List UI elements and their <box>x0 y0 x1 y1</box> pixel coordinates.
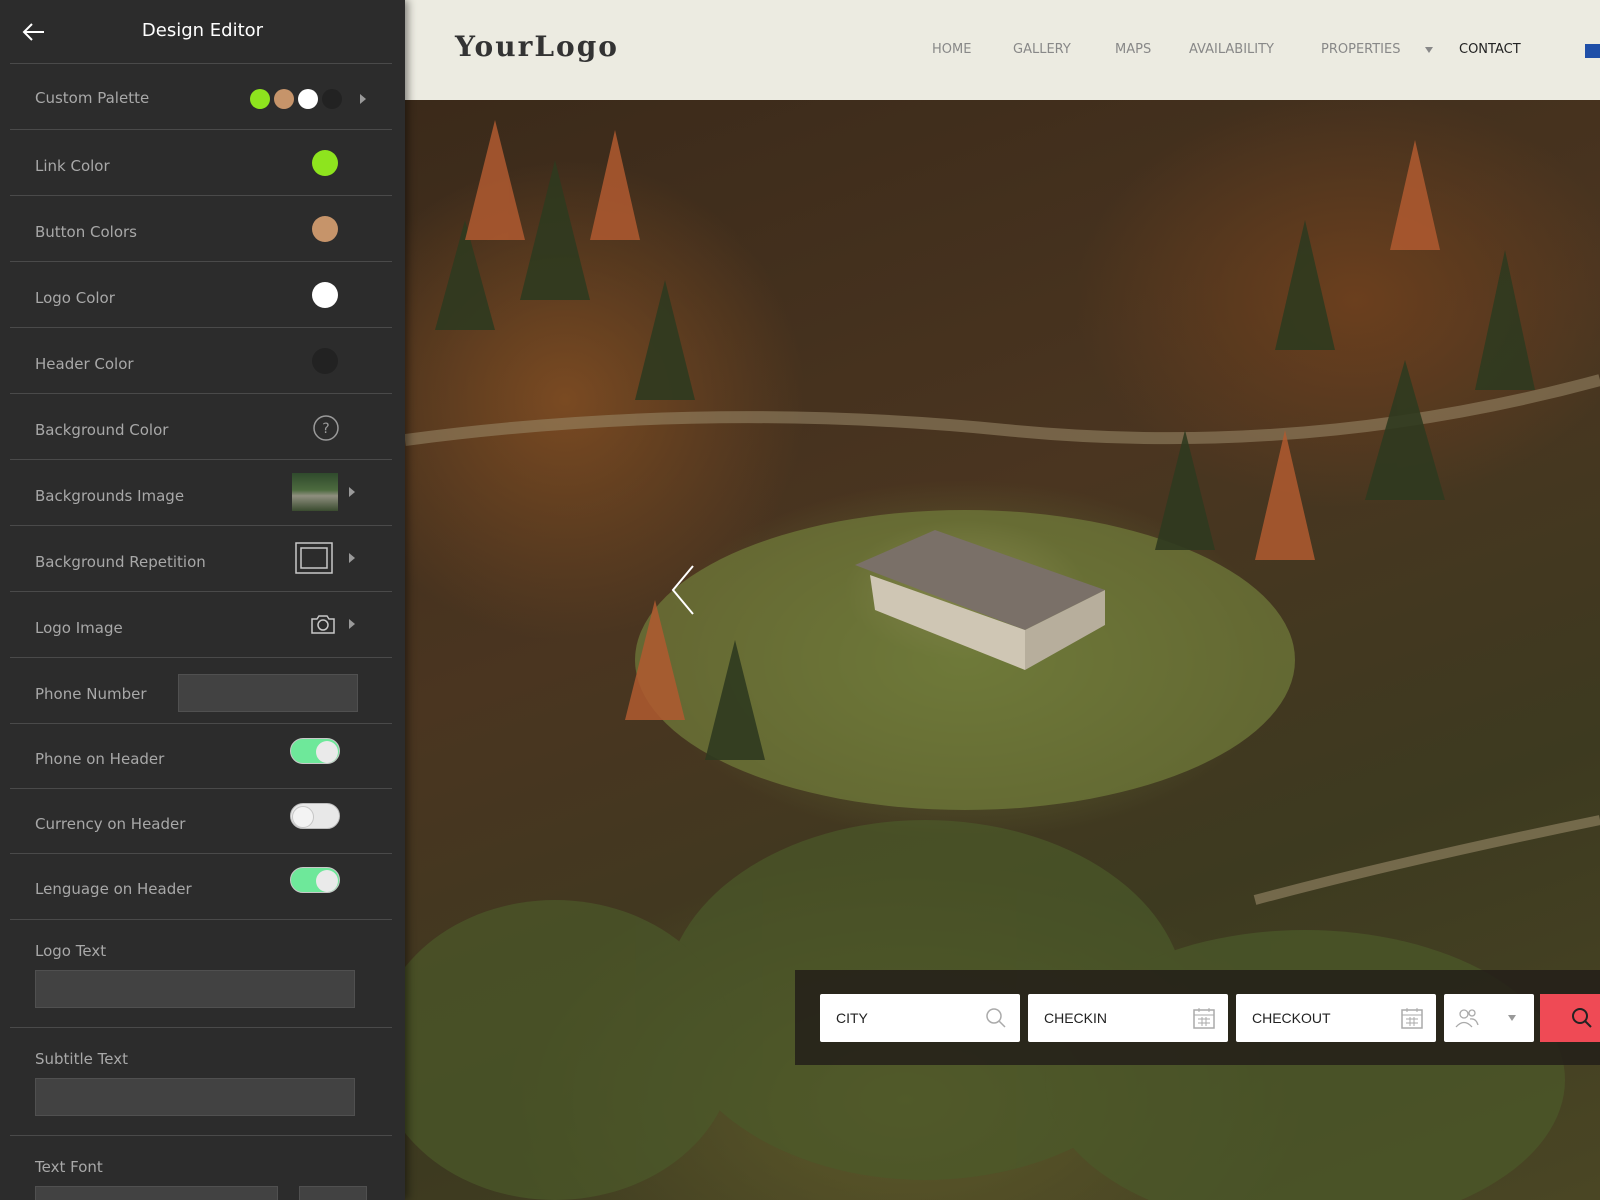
question-icon[interactable]: ? <box>312 414 340 442</box>
button-colors-label: Button Colors <box>35 223 137 241</box>
custom-palette-label: Custom Palette <box>35 89 150 107</box>
nav-maps[interactable]: MAPS <box>1115 42 1151 57</box>
header-color-row[interactable]: Header Color <box>10 327 392 393</box>
background-repetition-row[interactable]: Background Repetition <box>10 525 392 591</box>
guests-icon <box>1455 1009 1479 1028</box>
subtitle-text-input[interactable] <box>35 1078 355 1116</box>
text-font-size-select[interactable] <box>299 1186 367 1200</box>
text-font-select[interactable] <box>35 1186 278 1200</box>
chevron-right-icon[interactable] <box>360 94 366 104</box>
search-icon <box>1572 1008 1592 1028</box>
phone-on-header-row: Phone on Header <box>10 723 392 788</box>
palette-swatch-tan[interactable] <box>274 89 294 109</box>
currency-on-header-label: Currency on Header <box>35 815 186 833</box>
sidebar-title: Design Editor <box>141 20 264 41</box>
palette-swatch-black[interactable] <box>322 89 342 109</box>
checkout-field[interactable]: CHECKOUT <box>1236 994 1436 1042</box>
nav-availability[interactable]: AVAILABILITY <box>1189 42 1274 57</box>
logo-text-row: Logo Text <box>10 919 392 1027</box>
background-color-label: Background Color <box>35 421 169 439</box>
language-on-header-row: Lenguage on Header <box>10 853 392 919</box>
logo-image-row[interactable]: Logo Image <box>10 591 392 657</box>
nav-home[interactable]: HOME <box>932 42 971 57</box>
language-flag-icon[interactable] <box>1585 44 1600 58</box>
chevron-down-icon <box>1508 1015 1516 1021</box>
logo-color-swatch[interactable] <box>312 282 338 308</box>
link-color-label: Link Color <box>35 157 110 175</box>
header-color-label: Header Color <box>35 355 134 373</box>
logo-image-label: Logo Image <box>35 619 123 637</box>
site-preview: YourLogo HOME GALLERY MAPS AVAILABILITY … <box>405 0 1600 1200</box>
header-color-swatch[interactable] <box>312 348 338 374</box>
background-color-row[interactable]: Background Color ? <box>10 393 392 459</box>
nav-properties[interactable]: PROPERTIES <box>1321 42 1401 57</box>
chevron-right-icon[interactable] <box>349 487 355 497</box>
logo-text-input[interactable] <box>35 970 355 1008</box>
guests-select[interactable] <box>1444 994 1534 1042</box>
svg-text:?: ? <box>322 421 329 437</box>
background-image-thumbnail[interactable] <box>292 473 338 511</box>
chevron-right-icon[interactable] <box>349 619 355 629</box>
palette-swatch-white[interactable] <box>298 89 318 109</box>
design-editor-sidebar: Design Editor Custom Palette Link Color … <box>0 0 405 1200</box>
logo-text-label: Logo Text <box>35 942 107 960</box>
language-on-header-toggle[interactable] <box>290 867 340 893</box>
background-repetition-label: Background Repetition <box>35 553 206 571</box>
palette-swatch-green[interactable] <box>250 89 270 109</box>
phone-on-header-toggle[interactable] <box>290 738 340 764</box>
nav-contact[interactable]: CONTACT <box>1459 42 1521 57</box>
backgrounds-image-row[interactable]: Backgrounds Image <box>10 459 392 525</box>
city-field[interactable]: CITY <box>820 994 1020 1042</box>
calendar-icon <box>1193 1008 1215 1029</box>
subtitle-text-label: Subtitle Text <box>35 1050 128 1068</box>
text-font-row: Text Font <box>10 1135 392 1200</box>
phone-number-row: Phone Number <box>10 657 392 723</box>
booking-search-bar: CITY CHECKIN CHECKOUT <box>795 970 1600 1065</box>
nav-gallery[interactable]: GALLERY <box>1013 42 1071 57</box>
slider-prev-arrow-icon[interactable] <box>665 560 705 620</box>
chevron-right-icon[interactable] <box>349 553 355 563</box>
phone-number-label: Phone Number <box>35 685 147 703</box>
site-logo[interactable]: YourLogo <box>455 30 619 63</box>
search-submit-button[interactable] <box>1540 994 1600 1042</box>
custom-palette-row[interactable]: Custom Palette <box>10 63 392 129</box>
logo-color-label: Logo Color <box>35 289 115 307</box>
logo-color-row[interactable]: Logo Color <box>10 261 392 327</box>
backgrounds-image-label: Backgrounds Image <box>35 487 185 505</box>
link-color-swatch[interactable] <box>312 150 338 176</box>
search-icon <box>986 1008 1006 1028</box>
sidebar-header: Design Editor <box>0 0 405 64</box>
phone-on-header-label: Phone on Header <box>35 750 165 768</box>
frame-icon[interactable] <box>295 542 333 574</box>
checkin-field[interactable]: CHECKIN <box>1028 994 1228 1042</box>
currency-on-header-row: Currency on Header <box>10 788 392 853</box>
site-header: YourLogo HOME GALLERY MAPS AVAILABILITY … <box>405 0 1600 100</box>
button-colors-row[interactable]: Button Colors <box>10 195 392 261</box>
phone-number-input[interactable] <box>178 674 358 712</box>
link-color-row[interactable]: Link Color <box>10 129 392 195</box>
calendar-icon <box>1401 1008 1423 1029</box>
currency-on-header-toggle[interactable] <box>290 803 340 829</box>
text-font-label: Text Font <box>35 1158 103 1176</box>
language-on-header-label: Lenguage on Header <box>35 880 192 898</box>
button-color-swatch[interactable] <box>312 216 338 242</box>
subtitle-text-row: Subtitle Text <box>10 1027 392 1135</box>
checkin-field-label: CHECKIN <box>1044 1010 1108 1026</box>
chevron-down-icon[interactable] <box>1425 47 1433 53</box>
camera-icon[interactable] <box>310 612 336 636</box>
city-field-label: CITY <box>836 1010 868 1026</box>
checkout-field-label: CHECKOUT <box>1252 1010 1331 1026</box>
